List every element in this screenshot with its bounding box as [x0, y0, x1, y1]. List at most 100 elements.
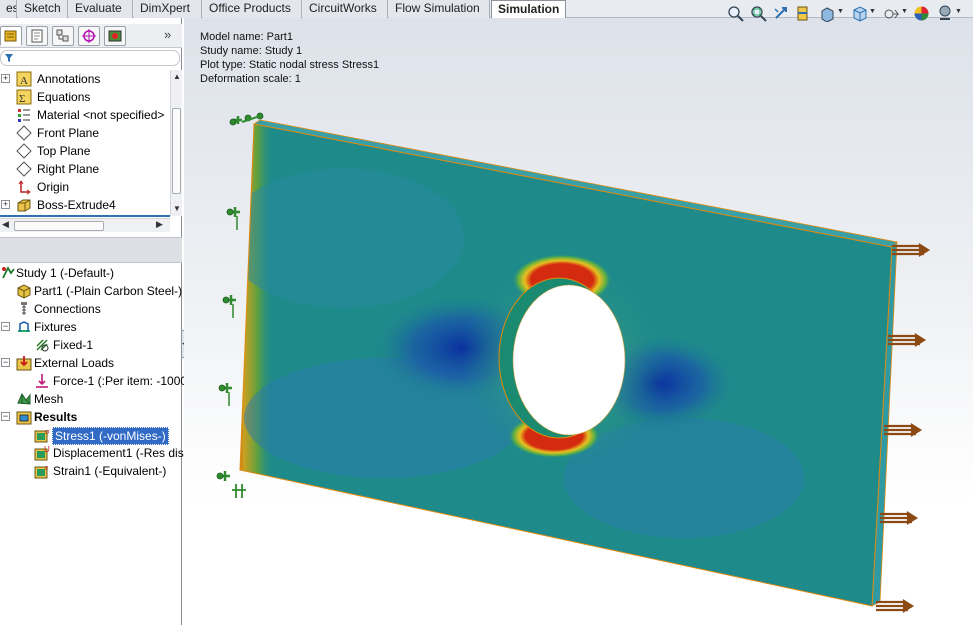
tree-item-displacement1[interactable]: U Displacement1 (-Res disp: [0, 444, 190, 462]
strain-plot-icon: ε: [34, 463, 49, 479]
plot-type-label: Plot type: Static nodal stress Stress1: [200, 59, 380, 71]
tree-item-material[interactable]: Material <not specified>: [0, 106, 170, 124]
results-folder-icon: [16, 411, 32, 425]
tree-item-origin[interactable]: Origin: [0, 178, 170, 196]
model-name-label: Model name: Part1: [200, 31, 293, 43]
zoom-to-fit-icon[interactable]: [727, 5, 744, 22]
tree-item-study[interactable]: Study 1 (-Default-): [0, 264, 172, 282]
scroll-left-icon[interactable]: ◀: [2, 219, 9, 230]
propertymanager-tab[interactable]: [26, 26, 48, 46]
tree-item-boss-extrude4[interactable]: + Boss-Extrude4: [0, 196, 170, 214]
expand-icon[interactable]: +: [1, 74, 10, 83]
feature-tree-vertical-scrollbar[interactable]: ▲ ▼: [170, 70, 182, 216]
graphics-viewport[interactable]: Model name: Part1 Study name: Study 1 Pl…: [184, 18, 973, 625]
scroll-up-icon[interactable]: ▲: [173, 72, 181, 81]
edit-appearance-icon[interactable]: [913, 5, 930, 22]
part-icon: [17, 284, 31, 299]
dropdown-arrow-icon[interactable]: ▼: [955, 8, 962, 15]
tree-item-strain1[interactable]: ε Strain1 (-Equivalent-): [0, 462, 172, 480]
view-orientation-icon[interactable]: [819, 5, 836, 22]
collapse-icon[interactable]: −: [1, 358, 10, 367]
tree-item-fixtures[interactable]: − Fixtures: [0, 318, 172, 336]
extrude-icon: [17, 199, 31, 212]
section-view-icon[interactable]: [795, 5, 812, 22]
displacement-plot-icon: U: [34, 445, 50, 461]
tab-circuitworks[interactable]: CircuitWorks: [303, 0, 388, 18]
tree-item-fixed-1[interactable]: Fixed-1: [0, 336, 172, 354]
tree-item-results[interactable]: − Results: [0, 408, 172, 426]
tree-item-annotations[interactable]: + A Annotations: [0, 70, 170, 88]
stress-plot-icon: σ: [34, 427, 50, 443]
configurationmanager-tab[interactable]: [52, 26, 74, 46]
force-icon: [36, 374, 48, 388]
rollback-bar[interactable]: [0, 215, 170, 217]
plane-icon: [16, 143, 32, 159]
material-icon: [18, 109, 30, 122]
feature-tree: + A Annotations Σ Equations Material <no…: [0, 70, 170, 216]
apply-scene-icon[interactable]: [937, 5, 954, 22]
filter-input[interactable]: [0, 50, 180, 66]
previous-view-icon[interactable]: [773, 5, 790, 22]
dropdown-arrow-icon[interactable]: ▼: [837, 8, 844, 15]
scroll-down-icon[interactable]: ▼: [173, 204, 181, 213]
feature-tree-horizontal-scrollbar[interactable]: ◀ ▶: [0, 218, 170, 232]
manager-tabs: »: [0, 24, 182, 48]
tree-item-top-plane[interactable]: Top Plane: [0, 142, 170, 160]
collapse-icon[interactable]: −: [1, 322, 10, 331]
study-icon: [2, 266, 15, 279]
property-icon: [31, 29, 43, 43]
plane-icon: [16, 161, 32, 177]
feature-tree-icon: [4, 30, 17, 42]
featuremanager-tab[interactable]: [0, 26, 22, 46]
mesh-icon: [17, 392, 31, 405]
tree-item-force-1[interactable]: Force-1 (:Per item: -1000: [0, 372, 187, 390]
tree-item-equations[interactable]: Σ Equations: [0, 88, 170, 106]
tab-features[interactable]: es: [0, 0, 17, 18]
tree-item-mesh[interactable]: Mesh: [0, 390, 172, 408]
fixed-icon: [36, 339, 49, 352]
tab-office-products[interactable]: Office Products: [203, 0, 302, 18]
collapse-icon[interactable]: −: [1, 412, 10, 421]
display-manager-tab[interactable]: [104, 26, 126, 46]
more-tabs-icon[interactable]: »: [164, 27, 171, 42]
svg-text:σ: σ: [45, 427, 50, 436]
study-name-label: Study name: Study 1: [200, 45, 303, 57]
scroll-right-icon[interactable]: ▶: [156, 219, 163, 230]
origin-icon: [18, 180, 31, 195]
simulation-study-tree: Study 1 (-Default-) Part1 (-Plain Carbon…: [0, 264, 190, 504]
dropdown-arrow-icon[interactable]: ▼: [901, 8, 908, 15]
stress-plot-model[interactable]: [184, 18, 973, 625]
svg-text:U: U: [44, 445, 50, 454]
tree-item-right-plane[interactable]: Right Plane: [0, 160, 170, 178]
tree-item-part[interactable]: Part1 (-Plain Carbon Steel-): [0, 282, 182, 300]
annotations-icon: A: [16, 71, 32, 87]
tab-dimxpert[interactable]: DimXpert: [134, 0, 202, 18]
tab-sketch[interactable]: Sketch: [18, 0, 68, 18]
panel-splitter[interactable]: [0, 237, 182, 263]
svg-text:Σ: Σ: [19, 93, 25, 105]
zoom-to-area-icon[interactable]: [750, 5, 767, 22]
scroll-thumb[interactable]: [172, 108, 181, 194]
connections-icon: [21, 302, 27, 315]
external-loads-icon: [16, 356, 32, 371]
tree-item-stress1[interactable]: σ Stress1 (-vonMises-): [0, 426, 172, 445]
plane-icon: [16, 125, 32, 141]
svg-text:ε: ε: [45, 463, 49, 472]
tab-simulation[interactable]: Simulation: [491, 0, 566, 19]
deformation-scale-label: Deformation scale: 1: [200, 73, 301, 85]
filter-icon: [5, 54, 13, 62]
dropdown-arrow-icon[interactable]: ▼: [869, 8, 876, 15]
display-style-icon[interactable]: [851, 5, 868, 22]
feature-manager-panel: » + A Annotations Σ Equations Material <…: [0, 18, 190, 625]
scroll-thumb[interactable]: [14, 221, 104, 231]
tree-item-connections[interactable]: Connections: [0, 300, 172, 318]
dimxpertmanager-tab[interactable]: [78, 26, 100, 46]
tab-flow-simulation[interactable]: Flow Simulation: [389, 0, 490, 18]
hide-show-items-icon[interactable]: [883, 5, 900, 22]
display-manager-icon: [108, 30, 122, 42]
tab-evaluate[interactable]: Evaluate: [69, 0, 133, 18]
expand-icon[interactable]: +: [1, 200, 10, 209]
tree-item-front-plane[interactable]: Front Plane: [0, 124, 170, 142]
hole-opening: [512, 284, 626, 436]
tree-item-external-loads[interactable]: − External Loads: [0, 354, 172, 372]
